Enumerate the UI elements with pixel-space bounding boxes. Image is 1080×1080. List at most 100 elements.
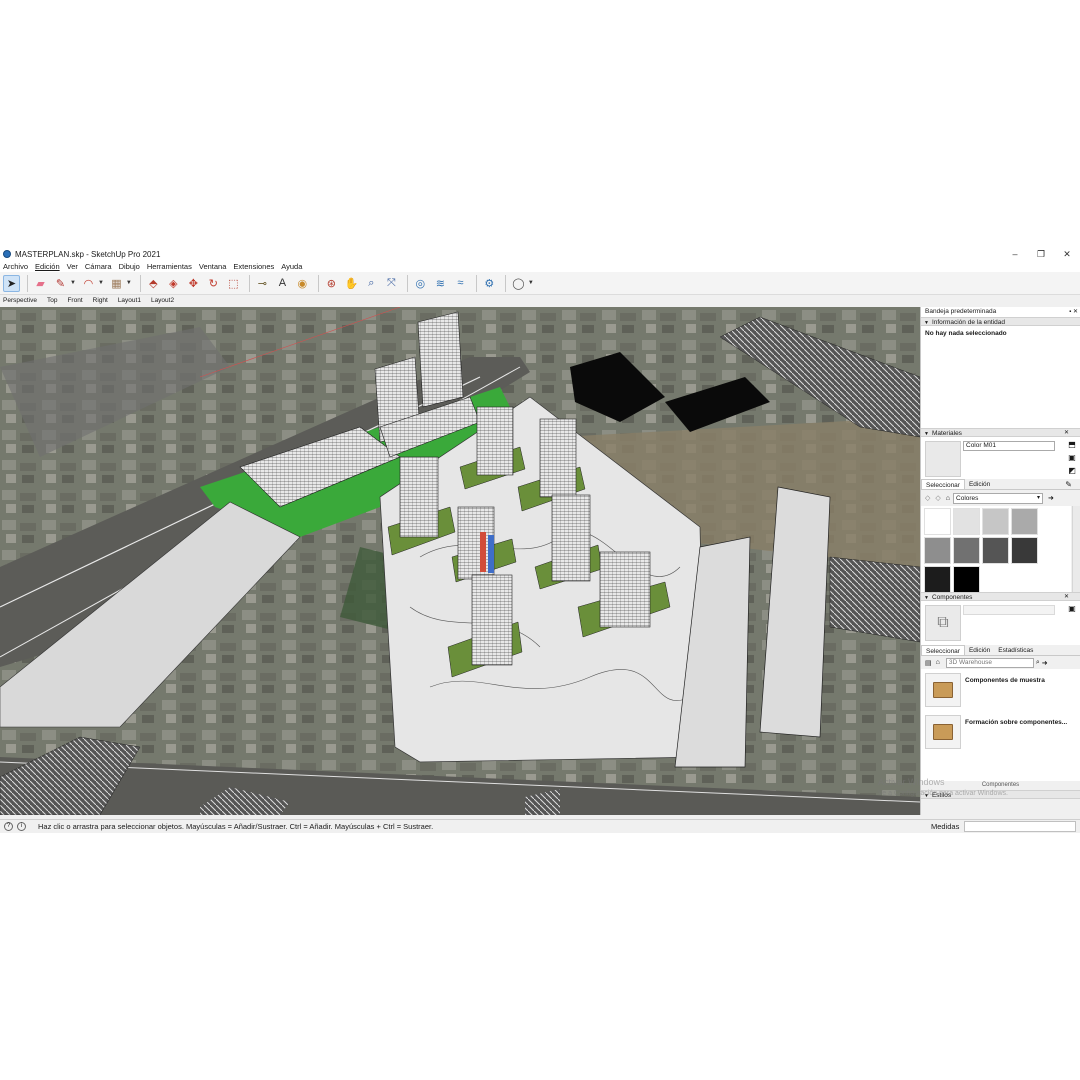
list-item[interactable]: Formación sobre componentes... — [921, 711, 1080, 753]
search-icon[interactable]: ⌕ — [1036, 659, 1040, 667]
details-arrow-icon[interactable]: ➜ — [1042, 659, 1048, 667]
color-swatch[interactable] — [953, 566, 980, 593]
scale-icon[interactable]: ⬚ — [225, 275, 242, 292]
toolbar-divider — [504, 274, 506, 292]
bucket-icon[interactable]: ⬒ — [1067, 440, 1077, 453]
arc-icon[interactable]: ◠ — [80, 275, 97, 292]
library-select[interactable]: Colores — [953, 492, 1044, 504]
color-swatch[interactable] — [982, 537, 1009, 564]
scene-tab-top[interactable]: Top — [47, 297, 57, 304]
folder-icon — [925, 673, 961, 707]
menu-camara[interactable]: Cámara — [85, 262, 112, 271]
extension-warehouse-icon[interactable]: ≋ — [432, 275, 449, 292]
chevron-down-icon[interactable]: ▼ — [528, 280, 534, 286]
home-icon[interactable]: ⌂ — [936, 659, 940, 666]
paint-bucket-icon[interactable]: ◉ — [294, 275, 311, 292]
material-swatch[interactable] — [925, 441, 961, 477]
pan-icon[interactable]: ✋ — [343, 275, 360, 292]
measurements-input[interactable] — [964, 821, 1076, 832]
list-item[interactable]: Componentes de muestra — [921, 669, 1080, 711]
move-icon[interactable]: ✥ — [185, 275, 202, 292]
back-arrow-icon[interactable]: ◇ — [925, 494, 930, 502]
push-pull-icon[interactable]: ⬘ — [145, 275, 162, 292]
color-swatch[interactable] — [924, 537, 951, 564]
title-bar: MASTERPLAN.skp - SketchUp Pro 2021 – ❐ ✕ — [0, 247, 1080, 261]
3d-warehouse-icon[interactable]: ◎ — [412, 275, 429, 292]
menu-ayuda[interactable]: Ayuda — [281, 262, 302, 271]
sketchup-window: MASTERPLAN.skp - SketchUp Pro 2021 – ❐ ✕… — [0, 247, 1080, 833]
color-swatch[interactable] — [953, 508, 980, 535]
tab-seleccionar[interactable]: Seleccionar — [921, 479, 965, 489]
menu-ventana[interactable]: Ventana — [199, 262, 227, 271]
color-swatch[interactable] — [924, 566, 951, 593]
create-material-icon[interactable]: ▣ — [1067, 453, 1077, 466]
material-name-field[interactable]: Color M01 — [963, 441, 1055, 451]
swatch-scrollbar[interactable] — [1072, 506, 1080, 592]
eraser-icon[interactable]: ▰ — [32, 275, 49, 292]
toolbar-divider — [139, 274, 141, 292]
materials-preview: Color M01 ⬒ ▣ ◩ — [921, 437, 1080, 479]
view-options-icon[interactable]: ▤ — [925, 659, 932, 667]
rectangle-icon[interactable]: ▦ — [108, 275, 125, 292]
scene-tab-right[interactable]: Right — [93, 297, 108, 304]
color-swatch[interactable] — [924, 508, 951, 535]
offset-icon[interactable]: ◈ — [165, 275, 182, 292]
tab-edicion[interactable]: Edición — [965, 479, 994, 489]
zoom-icon[interactable]: ⌕ — [363, 275, 380, 292]
components-header[interactable]: ▼ Componentes ✕ — [921, 592, 1080, 601]
default-material-icon[interactable]: ◩ — [1067, 466, 1077, 479]
menu-extensiones[interactable]: Extensiones — [233, 262, 274, 271]
menu-herramientas[interactable]: Herramientas — [147, 262, 192, 271]
menu-edicion[interactable]: Edición — [35, 262, 60, 271]
toolbar-divider — [406, 274, 408, 292]
menu-dibujo[interactable]: Dibujo — [119, 262, 140, 271]
forward-arrow-icon[interactable]: ◇ — [935, 494, 940, 502]
tape-measure-icon[interactable]: ⊸ — [254, 275, 271, 292]
text-icon[interactable]: A — [274, 275, 291, 292]
chevron-down-icon[interactable]: ▼ — [70, 280, 76, 286]
entity-info-body: No hay nada seleccionado — [921, 326, 1080, 428]
orbit-icon[interactable]: ⊛ — [323, 275, 340, 292]
component-cubes-icon: ⧉ — [925, 605, 961, 641]
materials-header[interactable]: ▼ Materiales ✕ — [921, 428, 1080, 437]
scene-tab-layout1[interactable]: Layout1 — [118, 297, 141, 304]
details-arrow-icon[interactable]: ➜ — [1048, 494, 1054, 502]
info-icon[interactable]: i — [17, 822, 26, 831]
tab-edicion-components[interactable]: Edición — [965, 645, 994, 655]
component-name-field[interactable] — [963, 605, 1055, 615]
entity-info-header[interactable]: ▼ Información de la entidad — [921, 317, 1080, 326]
maximize-button[interactable]: ❐ — [1028, 247, 1054, 261]
select-arrow-icon[interactable]: ➤ — [3, 274, 20, 292]
color-swatch[interactable] — [1011, 537, 1038, 564]
chevron-down-icon[interactable]: ▼ — [126, 280, 132, 286]
warehouse-search-input[interactable]: 3D Warehouse — [945, 657, 1034, 668]
send-to-layout-icon[interactable]: ≈ — [452, 275, 469, 292]
zoom-extents-icon[interactable]: ⤧ — [383, 275, 400, 292]
rotate-icon[interactable]: ↻ — [205, 275, 222, 292]
menu-archivo[interactable]: Archivo — [3, 262, 28, 271]
close-button[interactable]: ✕ — [1054, 247, 1080, 261]
color-swatch[interactable] — [1011, 508, 1038, 535]
minimize-button[interactable]: – — [1002, 247, 1028, 261]
home-icon[interactable]: ⌂ — [946, 495, 950, 502]
account-icon[interactable]: ◯ — [510, 275, 527, 292]
tab-seleccionar-components[interactable]: Seleccionar — [921, 645, 965, 655]
scene-tab-perspective[interactable]: Perspective — [3, 297, 37, 304]
instructor-icon[interactable]: ? — [4, 822, 13, 831]
scene-tab-front[interactable]: Front — [67, 297, 82, 304]
menu-ver[interactable]: Ver — [67, 262, 78, 271]
eyedropper-icon[interactable]: ✎ — [1061, 479, 1076, 490]
extension-manager-icon[interactable]: ⚙ — [481, 275, 498, 292]
color-swatch[interactable] — [953, 537, 980, 564]
tray-pin-close[interactable]: ▪ ✕ — [1069, 307, 1078, 317]
color-swatch[interactable] — [982, 508, 1009, 535]
toolbar-divider — [27, 274, 28, 292]
scene-tab-layout2[interactable]: Layout2 — [151, 297, 174, 304]
chevron-down-icon[interactable]: ▼ — [98, 280, 104, 286]
pencil-icon[interactable]: ✎ — [52, 275, 69, 292]
components-tabs: Seleccionar Edición Estadísticas — [921, 645, 1080, 656]
model-viewport[interactable] — [0, 307, 920, 815]
entity-info-message: No hay nada seleccionado — [925, 330, 1007, 337]
component-options-icon[interactable]: ▣ — [1067, 604, 1077, 617]
tab-estadisticas[interactable]: Estadísticas — [994, 645, 1037, 655]
